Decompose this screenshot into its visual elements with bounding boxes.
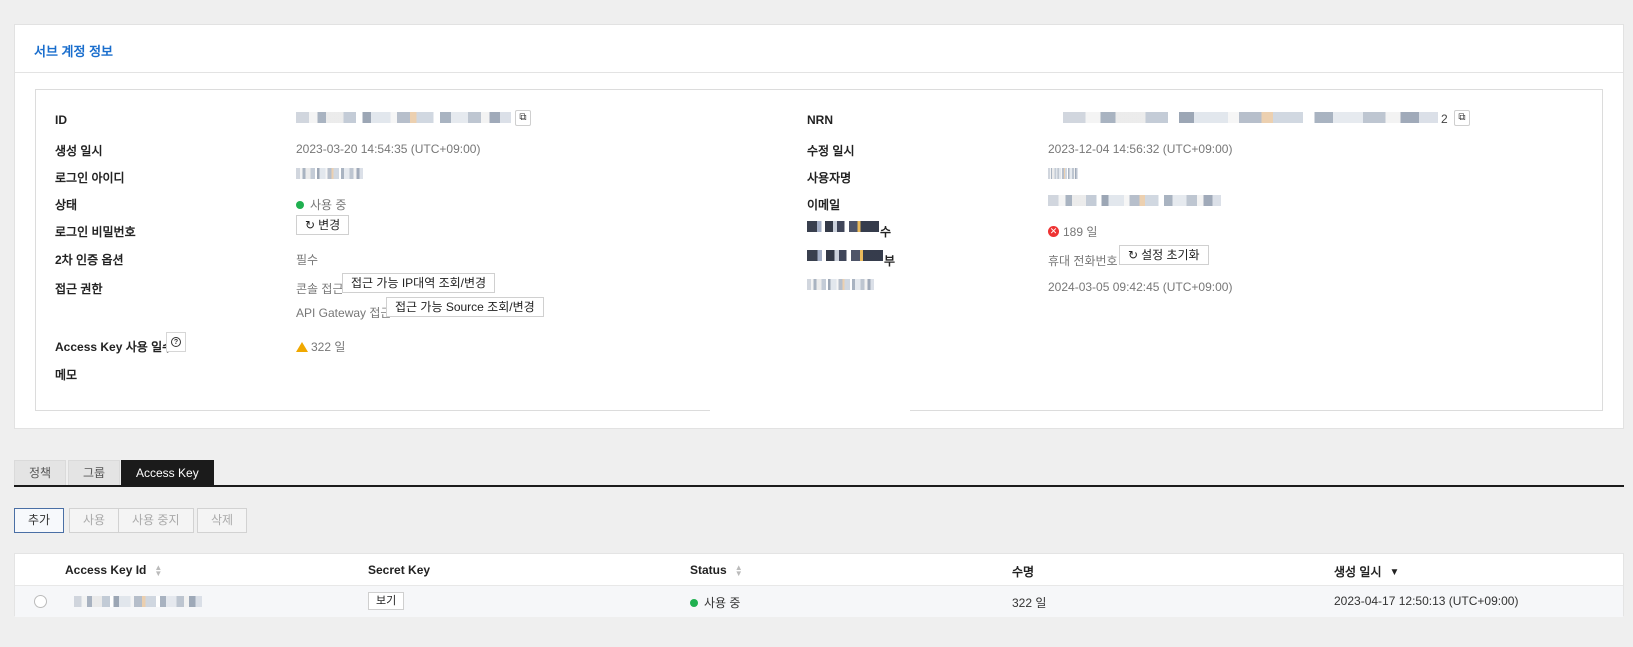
sort-icon[interactable]: ▲ ▼ (154, 563, 162, 577)
view-secret-button[interactable]: 보기 (368, 592, 405, 610)
login-id-label: 로그인 아이디 (55, 171, 125, 185)
copy-nrn-button[interactable]: ⧉ (1454, 110, 1470, 126)
warning-icon (296, 341, 308, 352)
col-secret-key: Secret Key (368, 563, 431, 577)
copy-icon: ⧉ (1458, 112, 1466, 123)
mfa-value: 필수 (296, 253, 319, 267)
modified-value: 2023-12-04 14:56:32 (UTC+09:00) (1048, 142, 1233, 156)
created-value: 2023-03-20 14:54:35 (UTC+09:00) (296, 142, 481, 156)
label-6-redacted (807, 279, 874, 290)
enable-button[interactable]: 사용 (69, 508, 120, 533)
console-access-label: 콘솔 접근 (296, 282, 344, 296)
access-key-days-value: 322 일 (296, 338, 345, 355)
tab-policy[interactable]: 정책 (14, 460, 67, 485)
id-value-redacted (296, 112, 511, 123)
row-created: 2023-04-17 12:50:13 (UTC+09:00) (1334, 594, 1519, 608)
col-lifetime: 수명 (1012, 565, 1035, 579)
value-4: ✕ 189 일 (1048, 225, 1098, 239)
help-button[interactable]: ? (166, 332, 186, 352)
row-select-radio[interactable] (34, 595, 47, 608)
console-ip-button[interactable]: 접근 가능 IP대역 조회/변경 (342, 273, 496, 293)
username-redacted (1048, 168, 1078, 179)
access-key-days-label: Access Key 사용 일수 (55, 340, 174, 354)
row-lifetime: 322 일 (1012, 596, 1047, 610)
access-key-table: Access Key Id ▲ ▼ Secret Key Status ▲ ▼ 수명 생… (14, 553, 1624, 617)
nrn-label: NRN (807, 113, 833, 127)
divider (15, 72, 1623, 73)
memo-label: 메모 (55, 368, 78, 382)
email-label: 이메일 (807, 198, 841, 212)
sort-desc-icon[interactable]: ▼ (1390, 567, 1400, 577)
error-icon: ✕ (1048, 226, 1059, 238)
nrn-value-redacted (1063, 112, 1438, 123)
status-value: 사용 중 (296, 196, 346, 213)
col-created[interactable]: 생성 일시 ▼ (1334, 563, 1399, 580)
status-active-icon (690, 598, 698, 607)
add-button[interactable]: 추가 (14, 508, 65, 533)
change-password-button[interactable]: ↻ 변경 (296, 215, 350, 235)
mfa-label: 2차 인증 옵션 (55, 253, 124, 267)
created-label: 생성 일시 (55, 144, 103, 158)
reset-settings-button[interactable]: ↻ 설정 초기화 (1119, 245, 1209, 265)
table-row[interactable]: 보기 사용 중 322 일 2023-04-17 12:50:13 (UTC+0… (15, 586, 1623, 617)
tab-group[interactable]: 그룹 (68, 460, 121, 485)
label-4-redacted (807, 221, 879, 232)
table-header: Access Key Id ▲ ▼ Secret Key Status ▲ ▼ 수명 생… (15, 554, 1623, 586)
delete-button[interactable]: 삭제 (197, 508, 248, 533)
info-box: ID ⧉ 생성 일시 2023-03-20 14:54:35 (UTC+09:0… (35, 89, 1603, 411)
box-gap (710, 409, 910, 415)
password-label: 로그인 비밀번호 (55, 225, 136, 239)
nrn-suffix: 2 (1441, 112, 1448, 126)
sub-account-info-panel: 서브 계정 정보 ID ⧉ 생성 일시 2023-03-20 14:54:35 … (14, 24, 1624, 429)
email-redacted (1048, 195, 1221, 206)
col-access-key-id[interactable]: Access Key Id ▲ ▼ (65, 563, 162, 577)
apigw-access-label: API Gateway 접근 (296, 306, 392, 320)
status-active-icon (296, 200, 304, 209)
label-5-redacted (807, 250, 883, 261)
disable-button[interactable]: 사용 중지 (118, 508, 194, 533)
access-label: 접근 권한 (55, 282, 103, 296)
help-icon: ? (171, 337, 181, 347)
access-key-id-redacted (74, 596, 202, 607)
modified-label: 수정 일시 (807, 144, 855, 158)
username-label: 사용자명 (807, 171, 852, 185)
status-label: 상태 (55, 198, 78, 212)
panel-title: 서브 계정 정보 (34, 44, 113, 59)
id-label: ID (55, 113, 67, 127)
tab-access-key[interactable]: Access Key (121, 460, 214, 485)
value-6: 2024-03-05 09:42:45 (UTC+09:00) (1048, 280, 1233, 294)
refresh-icon: ↻ (305, 218, 316, 232)
copy-icon: ⧉ (519, 112, 527, 123)
phone-label: 휴대 전화번호 (1048, 254, 1118, 268)
row-status: 사용 중 (690, 594, 740, 611)
label-5-suffix: 부 (884, 254, 896, 268)
tab-underline (14, 485, 1624, 487)
col-status[interactable]: Status ▲ ▼ (690, 563, 743, 577)
sort-icon[interactable]: ▲ ▼ (735, 563, 743, 577)
copy-id-button[interactable]: ⧉ (515, 110, 531, 126)
login-id-redacted (296, 168, 363, 179)
label-4-suffix: 수 (880, 225, 892, 239)
apigw-source-button[interactable]: 접근 가능 Source 조회/변경 (386, 297, 544, 317)
refresh-icon: ↻ (1128, 248, 1139, 262)
